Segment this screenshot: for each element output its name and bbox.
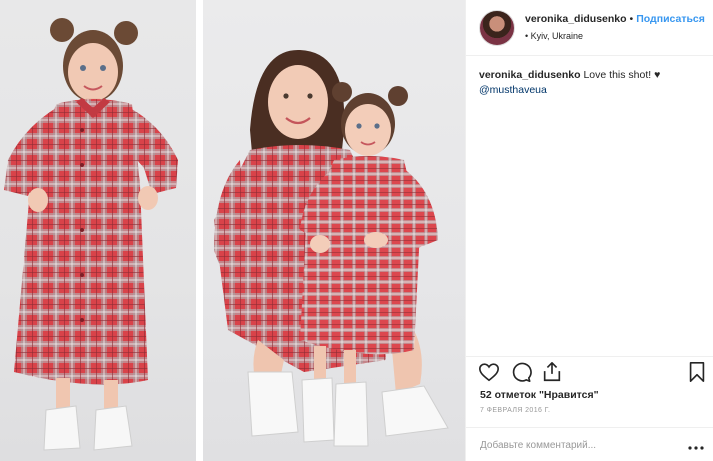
bookmark-icon[interactable] [686,361,708,383]
avatar[interactable] [479,10,515,46]
author-username[interactable]: veronika_didusenko [525,13,627,25]
caption-text: Love this shot! ♥ [583,69,661,81]
post-header: veronika_didusenko • Подписаться • Kyiv, U… [466,0,713,56]
mother-daughter-figure [214,49,449,447]
post-photo[interactable] [0,0,465,461]
share-icon[interactable] [541,361,563,383]
location-prefix: • [525,31,529,41]
photo-illustration [4,18,449,451]
comment-bar [466,427,713,461]
location-line: • Kyiv, Ukraine [525,31,583,41]
location-link[interactable]: Kyiv, Ukraine [531,31,583,41]
post-sidebar: veronika_didusenko • Подписаться • Kyiv, U… [465,0,713,461]
comment-icon[interactable] [510,361,532,383]
heart-icon[interactable] [478,361,500,383]
instagram-post: veronika_didusenko • Подписаться • Kyiv, U… [0,0,713,461]
author-line: veronika_didusenko • Подписаться [525,13,705,25]
post-caption: veronika_didusenko Love this shot! ♥ @mu… [479,68,704,98]
caption-mention-link[interactable]: @musthaveua [479,83,704,98]
caption-username[interactable]: veronika_didusenko [479,69,581,81]
comment-input[interactable] [480,436,680,454]
action-bar [466,356,713,386]
more-options-icon[interactable] [688,440,704,450]
likes-count[interactable]: 52 отметок "Нравится" [480,389,599,401]
separator-dot: • [629,13,634,25]
girl-standing-figure [4,18,178,451]
follow-button[interactable]: Подписаться [636,13,705,25]
post-date: 7 ФЕВРАЛЯ 2016 Г. [480,407,551,414]
